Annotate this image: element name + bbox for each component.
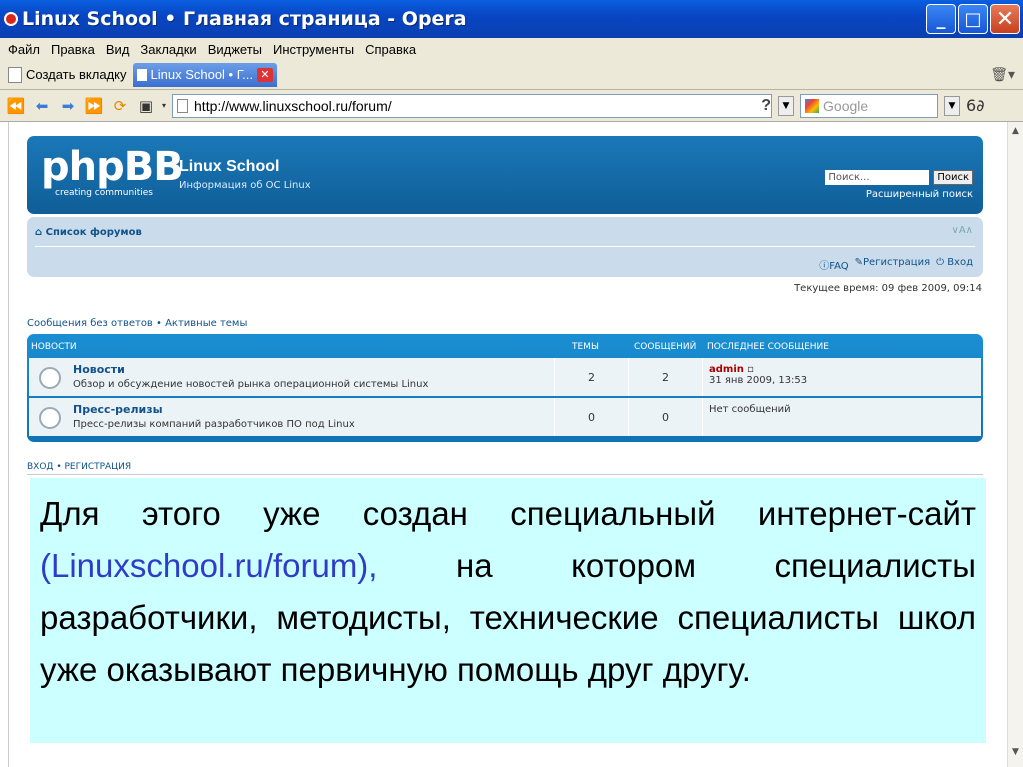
forum-search: Поиск... Поиск xyxy=(825,170,973,185)
forum-search-button[interactable]: Поиск xyxy=(933,170,973,185)
caption-link: (Linuxschool.ru/forum), xyxy=(40,547,378,584)
menu-view[interactable]: Вид xyxy=(106,42,130,57)
last-post-date: 31 янв 2009, 13:53 xyxy=(709,375,808,386)
window-titlebar: Linux School • Главная страница - Opera … xyxy=(0,0,1023,38)
user-links: ⓘFAQ ✎Регистрация ⏻ Вход xyxy=(819,257,973,272)
forum-search-input[interactable]: Поиск... xyxy=(825,170,930,185)
window-controls: _ □ ✕ xyxy=(926,4,1020,34)
register-link[interactable]: ✎Регистрация xyxy=(855,257,930,272)
login-link[interactable]: ⏻ Вход xyxy=(936,257,973,272)
current-time: Текущее время: 09 фев 2009, 09:14 xyxy=(794,283,982,294)
new-tab-label: Создать вкладку xyxy=(26,67,127,82)
forum-description: Обзор и обсуждение новостей рынка операц… xyxy=(73,379,429,390)
caption-line-1: Для этого уже создан специальный интерне… xyxy=(40,495,976,532)
forum-topics-count: 2 xyxy=(554,358,628,396)
forum-posts-count: 2 xyxy=(628,358,702,396)
topics-header: ТЕМЫ xyxy=(572,342,599,352)
forum-list-link[interactable]: ⌂ Список форумов xyxy=(35,227,142,238)
minimize-button[interactable]: _ xyxy=(926,4,956,34)
forum-posts-count: 0 xyxy=(628,398,702,436)
quick-links[interactable]: Сообщения без ответов • Активные темы xyxy=(27,318,247,329)
menu-bookmarks[interactable]: Закладки xyxy=(140,42,196,57)
vertical-scrollbar[interactable]: ▲ ▼ xyxy=(1007,122,1023,767)
menu-bar: Файл Правка Вид Закладки Виджеты Инструм… xyxy=(0,38,1023,60)
posts-header: СООБЩЕНИЙ xyxy=(634,342,697,352)
page-icon xyxy=(136,68,147,81)
address-dropdown[interactable]: ▼ xyxy=(778,95,795,116)
forward-icon[interactable]: ➡ xyxy=(58,96,78,116)
menu-widgets[interactable]: Виджеты xyxy=(208,42,262,57)
address-field[interactable]: http://www.linuxschool.ru/forum/ ? xyxy=(172,93,773,118)
help-icon[interactable]: ? xyxy=(761,97,771,115)
close-button[interactable]: ✕ xyxy=(990,4,1020,34)
menu-file[interactable]: Файл xyxy=(8,42,40,57)
scroll-down-icon[interactable]: ▼ xyxy=(1012,747,1019,757)
menu-edit[interactable]: Правка xyxy=(51,42,95,57)
advanced-search-link[interactable]: Расширенный поиск xyxy=(866,189,973,200)
forum-read-icon xyxy=(39,367,61,389)
last-post-header: ПОСЛЕДНЕЕ СООБЩЕНИЕ xyxy=(707,342,829,352)
forum-table: НОВОСТИ ТЕМЫ СООБЩЕНИЙ ПОСЛЕДНЕЕ СООБЩЕН… xyxy=(27,334,983,442)
maximize-button[interactable]: □ xyxy=(958,4,988,34)
window-title: Linux School • Главная страница - Opera xyxy=(22,8,467,30)
last-post-author[interactable]: admin xyxy=(709,364,744,375)
forum-name[interactable]: Пресс-релизы xyxy=(73,403,163,416)
overlay-caption: Для этого уже создан специальный интерне… xyxy=(30,478,986,743)
page-icon xyxy=(177,98,189,113)
caption-line-2: на котором специалисты xyxy=(456,547,976,584)
forum-description: Пресс-релизы компаний разработчиков ПО п… xyxy=(73,419,355,430)
opera-logo-icon xyxy=(4,12,18,26)
no-posts-text: Нет сообщений xyxy=(709,404,791,415)
forum-read-icon xyxy=(39,407,61,429)
phpbb-tagline: creating communities xyxy=(55,188,153,198)
glasses-icon[interactable]: 6∂ xyxy=(966,96,984,115)
home-icon[interactable]: ▣ xyxy=(136,96,156,116)
rewind-icon[interactable]: ⏪ xyxy=(6,96,26,116)
view-latest-post-icon[interactable]: ▫ xyxy=(747,364,754,375)
caption-line-3: разработчики, методисты, технические xyxy=(40,599,659,636)
last-post-cell: admin ▫ 31 янв 2009, 13:53 xyxy=(702,358,981,396)
forum-row: Новости Обзор и обсуждение новостей рынк… xyxy=(29,358,981,396)
forum-list-label: Список форумов xyxy=(45,227,142,238)
reload-icon[interactable]: ⟳ xyxy=(110,96,130,116)
back-icon[interactable]: ⬅ xyxy=(32,96,52,116)
tab-linux-school[interactable]: Linux School • Г... ✕ xyxy=(132,62,278,87)
home-dropdown-icon[interactable]: ▾ xyxy=(162,101,166,110)
faq-link[interactable]: ⓘFAQ xyxy=(819,257,848,272)
site-title: Linux School xyxy=(179,158,280,175)
address-toolbar: ⏪ ⬅ ➡ ⏩ ⟳ ▣ ▾ http://www.linuxschool.ru/… xyxy=(0,90,1023,122)
caption-line-5: помощь друг другу. xyxy=(457,651,751,688)
section-divider xyxy=(27,474,983,475)
scroll-up-icon[interactable]: ▲ xyxy=(1012,126,1019,136)
new-tab-button[interactable]: Создать вкладку xyxy=(8,66,127,83)
navbar-divider xyxy=(35,246,975,247)
site-description: Информация об ОС Linux xyxy=(179,180,311,191)
phpbb-logo[interactable]: phpBB xyxy=(41,144,184,190)
last-post-cell: Нет сообщений xyxy=(702,398,981,436)
close-tab-icon[interactable]: ✕ xyxy=(257,67,274,82)
search-dropdown[interactable]: ▼ xyxy=(944,95,961,116)
search-placeholder: Google xyxy=(823,97,869,114)
forum-header: phpBB creating communities Linux School … xyxy=(27,136,983,214)
forum-row: Пресс-релизы Пресс-релизы компаний разра… xyxy=(29,398,981,436)
forum-name[interactable]: Новости xyxy=(73,363,125,376)
url-text: http://www.linuxschool.ru/forum/ xyxy=(194,97,392,114)
category-header[interactable]: НОВОСТИ xyxy=(31,342,77,352)
trash-icon[interactable]: 🗑▾ xyxy=(990,66,1015,83)
search-field[interactable]: Google xyxy=(800,93,939,118)
font-resize-control[interactable]: ∨A∧ xyxy=(952,225,973,236)
login-register-heading[interactable]: ВХОД • РЕГИСТРАЦИЯ xyxy=(27,462,131,472)
forum-table-header: НОВОСТИ ТЕМЫ СООБЩЕНИЙ ПОСЛЕДНЕЕ СООБЩЕН… xyxy=(27,334,983,356)
forum-topics-count: 0 xyxy=(554,398,628,436)
tab-bar: Создать вкладку Linux School • Г... ✕ 🗑▾ xyxy=(0,60,1023,90)
google-icon xyxy=(805,98,820,113)
menu-tools[interactable]: Инструменты xyxy=(273,42,354,57)
fast-forward-icon[interactable]: ⏩ xyxy=(84,96,104,116)
forum-navbar: ⌂ Список форумов ∨A∧ ⓘFAQ ✎Регистрация ⏻… xyxy=(27,217,983,277)
new-tab-icon xyxy=(8,66,22,83)
tab-label: Linux School • Г... xyxy=(150,67,254,82)
menu-help[interactable]: Справка xyxy=(365,42,416,57)
